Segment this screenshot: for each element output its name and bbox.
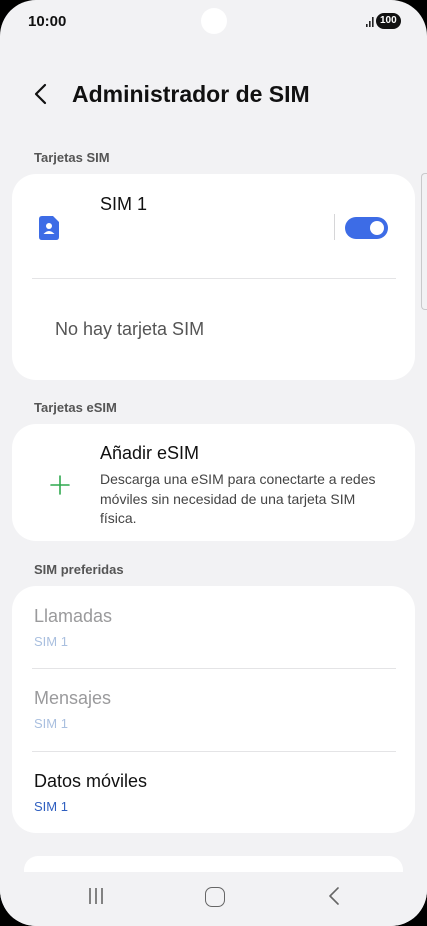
sim1-label: SIM 1 [100,194,148,214]
toggle-knob [370,221,384,235]
status-bar: 10:00 100 [0,0,427,44]
sim-cards-card [12,174,415,380]
section-label-sim: Tarjetas SIM [34,150,110,165]
signal-icon [366,17,374,27]
back-arrow-icon[interactable] [30,79,52,109]
pref-calls-value: SIM 1 [34,634,68,649]
partial-card-below [24,856,403,872]
recent-apps-icon[interactable] [87,886,105,906]
plus-icon [50,475,70,495]
divider [32,751,396,752]
pref-messages-value: SIM 1 [34,716,68,731]
nav-back-icon[interactable] [327,885,341,907]
pref-messages-title: Mensajes [34,688,112,708]
no-sim-text: No hay tarjeta SIM [55,319,205,339]
pref-calls-title: Llamadas [34,606,113,626]
pref-data-value: SIM 1 [34,799,68,814]
status-time: 10:00 [28,13,67,30]
section-label-esim: Tarjetas eSIM [34,400,117,415]
toggle-separator [334,214,335,240]
battery-icon: 100 [376,13,401,29]
add-esim-title: Añadir eSIM [100,443,200,463]
sim1-toggle[interactable] [345,217,388,239]
divider [32,668,396,669]
scrollbar[interactable] [421,173,427,310]
pref-data-title: Datos móviles [34,771,148,791]
phone-screen: 10:00 100 Administrador de SIM Tarjetas … [0,0,427,926]
camera-cutout [201,8,227,34]
divider [32,278,396,279]
section-label-preferred: SIM preferidas [34,562,124,577]
add-esim-description: Descarga una eSIM para conectarte a rede… [100,471,376,526]
sim-card-icon [39,216,59,240]
home-icon[interactable] [205,887,225,907]
page-title: Administrador de SIM [72,81,310,107]
